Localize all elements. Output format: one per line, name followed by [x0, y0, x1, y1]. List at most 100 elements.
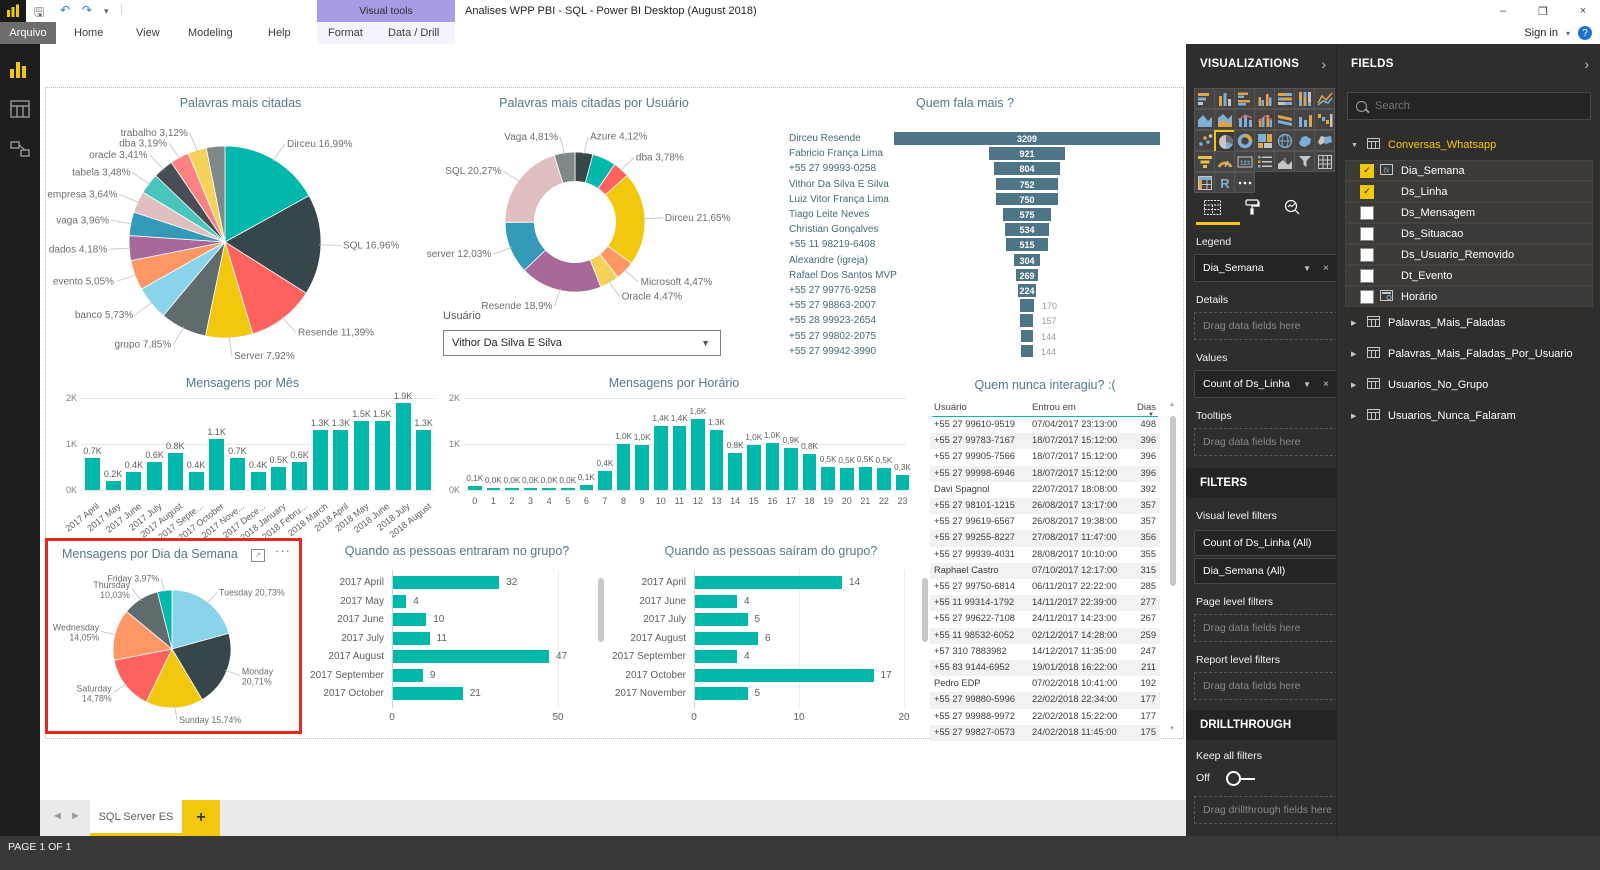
ribbon-tab-view[interactable]: View [136, 22, 160, 44]
column-bar[interactable] [505, 488, 519, 490]
visual-palavras-por-usuario[interactable]: Palavras mais citadas por Usuário Usuári… [428, 92, 760, 368]
model-view-icon[interactable] [10, 138, 30, 158]
restore-button[interactable]: ❐ [1526, 0, 1560, 22]
100-stacked-column-chart-icon[interactable] [1294, 88, 1315, 109]
ribbon-tab-format[interactable]: Format [328, 22, 363, 44]
chevron-down-icon[interactable]: ▼ [1303, 264, 1311, 273]
column-bar[interactable] [271, 467, 286, 490]
focus-mode-icon[interactable]: ↗ [251, 549, 265, 562]
map-icon[interactable] [1274, 130, 1295, 151]
table-row[interactable]: Raphael Castro07/10/2017 12:17:00315 [928, 565, 1162, 581]
funnel-bar[interactable] [1021, 345, 1033, 358]
ribbon-tab-home[interactable]: Home [74, 22, 103, 44]
field-checkbox[interactable] [1360, 227, 1374, 241]
report-view-icon[interactable] [10, 58, 30, 78]
save-icon[interactable]: 🖫︎ [34, 3, 44, 24]
field-table-Palavras_Mais_Faladas[interactable]: ▶ Palavras_Mais_Faladas [1337, 312, 1600, 334]
report-filters-drop-zone[interactable]: Drag data fields here [1194, 672, 1336, 700]
h-bar[interactable] [695, 632, 758, 645]
table-row[interactable]: +55 27 99783-716718/07/2017 15:12:00396 [928, 435, 1162, 451]
table-column-header[interactable]: Entrou em [1032, 402, 1076, 413]
column-bar[interactable] [147, 462, 162, 490]
column-bar[interactable] [784, 448, 798, 490]
table-row[interactable]: +55 83 9144-695219/01/2018 16:22:00211 [928, 662, 1162, 678]
user-slicer-dropdown[interactable]: Vithor Da Silva E Silva ▼ [443, 330, 721, 356]
table-icon[interactable] [1314, 151, 1335, 172]
column-bar[interactable] [375, 421, 390, 490]
donut-chart-icon[interactable] [1234, 130, 1255, 151]
ellipsis-icon[interactable] [1234, 172, 1255, 193]
ribbon-chart-icon[interactable] [1274, 109, 1295, 130]
field-checkbox[interactable] [1360, 290, 1374, 304]
page-tab-sql-server-es[interactable]: SQL Server ES [90, 800, 182, 836]
table-column-header[interactable]: Usuário [934, 402, 967, 413]
column-bar[interactable] [524, 488, 538, 490]
column-bar[interactable] [710, 430, 724, 490]
h-bar[interactable] [393, 687, 463, 700]
column-bar[interactable] [561, 488, 575, 490]
visual-mensagens-por-horario[interactable]: Mensagens por Horário 2K1K0K0,1K00,0K10,… [438, 372, 910, 534]
column-bar[interactable] [416, 430, 431, 490]
clustered-column-chart-icon[interactable] [1254, 88, 1275, 109]
table-row[interactable]: +55 27 99255-822727/08/2017 11:47:00356 [928, 532, 1162, 548]
table-row[interactable]: +55 27 99827-057324/02/2018 11:45:00175 [928, 727, 1162, 743]
field-checkbox[interactable] [1360, 269, 1374, 283]
tab-fields[interactable] [1200, 196, 1224, 218]
visual-sairam-do-grupo[interactable]: Quando as pessoas saíram do grupo? 01020… [612, 540, 930, 732]
sort-descending-icon[interactable]: ▼ [1148, 412, 1154, 418]
column-bar[interactable] [821, 467, 835, 490]
slicer-icon[interactable] [1294, 151, 1315, 172]
tab-format[interactable] [1240, 196, 1264, 218]
field-Ds_Mensagem[interactable]: Ds_Mensagem [1345, 202, 1593, 223]
h-bar[interactable] [393, 632, 430, 645]
remove-field-icon[interactable]: × [1323, 378, 1329, 390]
field-checkbox[interactable] [1360, 206, 1374, 220]
tooltips-drop-zone[interactable]: Drag data fields here [1194, 428, 1336, 456]
100-stacked-bar-chart-icon[interactable] [1274, 88, 1295, 109]
legend-well-value[interactable]: Dia_Semana ▼ × [1194, 254, 1336, 282]
column-bar[interactable] [766, 443, 780, 490]
ribbon-tab-data-drill[interactable]: Data / Drill [388, 22, 439, 44]
column-bar[interactable] [126, 472, 141, 490]
column-bar[interactable] [598, 471, 612, 490]
column-bar[interactable] [691, 419, 705, 490]
chevron-down-icon[interactable]: ▼ [1303, 380, 1311, 389]
visual-scrollbar[interactable] [922, 578, 928, 642]
column-bar[interactable] [673, 426, 687, 490]
field-search-box[interactable] [1347, 92, 1591, 120]
table-row[interactable]: +55 27 99998-694618/07/2017 15:12:00396 [928, 468, 1162, 484]
help-icon[interactable]: ? [1578, 26, 1592, 40]
h-bar[interactable] [393, 650, 549, 663]
h-bar[interactable] [393, 613, 426, 626]
column-bar[interactable] [354, 421, 369, 490]
collapse-panel-icon[interactable]: › [1584, 56, 1589, 72]
column-bar[interactable] [396, 403, 411, 490]
chevron-down-icon[interactable]: ▼ [701, 338, 710, 348]
table-row[interactable]: +55 11 99314-179214/11/2017 22:39:00277 [928, 597, 1162, 613]
waterfall-chart-icon[interactable] [1314, 109, 1335, 130]
column-bar[interactable] [542, 488, 556, 490]
column-bar[interactable] [635, 445, 649, 490]
line-stacked-column-chart-icon[interactable] [1234, 109, 1255, 130]
h-bar[interactable] [393, 595, 406, 608]
column-bar[interactable] [728, 453, 742, 490]
close-button[interactable]: × [1566, 0, 1600, 22]
field-Ds_Situacao[interactable]: Ds_Situacao [1345, 223, 1593, 244]
h-bar[interactable] [695, 669, 874, 682]
search-input[interactable] [1373, 99, 1567, 113]
collapse-panel-icon[interactable]: › [1321, 56, 1326, 72]
field-Ds_Usuario_Removido[interactable]: Ds_Usuario_Removido [1345, 244, 1593, 265]
funnel-bar[interactable] [1021, 330, 1033, 343]
funnel-icon[interactable] [1194, 151, 1215, 172]
r-script-icon[interactable]: R [1214, 172, 1235, 193]
sign-in-link[interactable]: Sign in [1524, 27, 1558, 39]
line-clustered-column-chart-icon[interactable] [1254, 109, 1275, 130]
line-chart-icon[interactable] [1314, 88, 1335, 109]
area-chart-icon[interactable] [1194, 109, 1215, 130]
field-table-Conversas_Whatsapp[interactable]: ▼ Conversas_Whatsapp [1337, 134, 1600, 156]
visual-entraram-no-grupo[interactable]: Quando as pessoas entraram no grupo? 050… [308, 540, 606, 732]
column-bar[interactable] [468, 486, 482, 490]
details-drop-zone[interactable]: Drag data fields here [1194, 312, 1336, 340]
ribbon-tab-help[interactable]: Help [268, 22, 291, 44]
visual-mensagens-por-dia-semana[interactable]: Mensagens por Dia da Semana ↗ ··· Tuesda… [45, 538, 302, 734]
